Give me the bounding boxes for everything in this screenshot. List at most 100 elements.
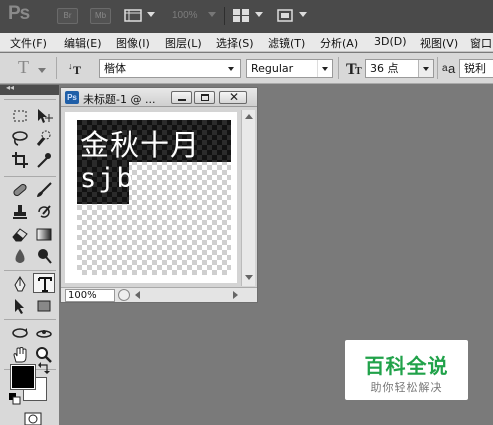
options-bar: T ↓ T 楷体 Regular T T 36 点 a a 锐利 bbox=[0, 53, 493, 84]
scroll-up-icon[interactable] bbox=[245, 114, 253, 119]
zoom-level-readout[interactable]: 100% bbox=[172, 10, 198, 21]
swap-colors-icon[interactable] bbox=[38, 362, 50, 374]
tools-panel: ◂◂ bbox=[0, 83, 60, 425]
chevron-down-icon bbox=[38, 68, 46, 73]
close-button[interactable]: ✕ bbox=[219, 90, 247, 104]
screen-mode-icon[interactable] bbox=[276, 8, 294, 23]
chevron-down-icon[interactable] bbox=[299, 12, 307, 17]
tool-divider bbox=[4, 319, 56, 320]
bridge-button[interactable]: Br bbox=[57, 8, 78, 24]
hand-icon[interactable] bbox=[9, 345, 31, 365]
scroll-right-icon[interactable] bbox=[233, 291, 238, 299]
dodge-icon[interactable] bbox=[33, 246, 55, 266]
3d-rotate-icon[interactable] bbox=[9, 323, 31, 343]
menu-layer[interactable]: 图层(L) bbox=[165, 35, 202, 51]
antialias-icon-large-a: a bbox=[448, 61, 456, 76]
eraser-icon[interactable] bbox=[9, 224, 31, 244]
canvas-text-line-1[interactable]: 金秋十月 bbox=[80, 122, 200, 164]
view-extras-icon[interactable] bbox=[124, 8, 142, 23]
svg-text:T: T bbox=[73, 63, 81, 77]
shape-icon[interactable] bbox=[33, 296, 55, 316]
menu-analysis[interactable]: 分析(A) bbox=[320, 35, 358, 51]
antialias-icon-small-a: a bbox=[442, 63, 448, 74]
eyedropper-icon[interactable] bbox=[33, 150, 55, 170]
tool-preset-picker[interactable]: T bbox=[18, 57, 48, 78]
type-icon[interactable] bbox=[33, 273, 55, 293]
font-style-select[interactable]: Regular bbox=[246, 59, 333, 78]
menu-bar: 文件(F) 编辑(E) 图像(I) 图层(L) 选择(S) 滤镜(T) 分析(A… bbox=[0, 33, 493, 52]
chevron-down-icon[interactable] bbox=[255, 12, 263, 17]
quick-select-icon[interactable] bbox=[33, 128, 55, 148]
mini-bridge-button[interactable]: Mb bbox=[90, 8, 111, 24]
menu-image[interactable]: 图像(I) bbox=[116, 35, 150, 51]
document-title: 未标题-1 @ ... bbox=[83, 93, 156, 106]
watermark-badge: 百科全说 助你轻松解决 bbox=[345, 340, 468, 400]
tool-grip bbox=[4, 99, 56, 100]
photoshop-logo: Ps bbox=[8, 3, 30, 24]
chevron-down-icon bbox=[317, 60, 332, 77]
healing-brush-icon[interactable] bbox=[9, 180, 31, 200]
move-icon[interactable] bbox=[33, 106, 55, 126]
menu-select[interactable]: 选择(S) bbox=[216, 35, 254, 51]
pen-icon[interactable] bbox=[9, 274, 31, 294]
ps-document-icon: Ps bbox=[65, 91, 79, 104]
options-divider bbox=[338, 57, 339, 79]
quick-mask-icon[interactable] bbox=[24, 412, 42, 425]
foreground-color-swatch[interactable] bbox=[10, 364, 36, 390]
chevron-down-icon bbox=[208, 12, 216, 17]
transparent-canvas[interactable]: 金秋十月 sjb bbox=[77, 120, 231, 275]
application-bar: Ps Br Mb 100% bbox=[0, 0, 493, 33]
tools-panel-header[interactable]: ◂◂ bbox=[0, 83, 59, 95]
lasso-icon[interactable] bbox=[9, 128, 31, 148]
marquee-icon[interactable] bbox=[9, 106, 31, 126]
font-size-value: 36 点 bbox=[370, 62, 399, 75]
restore-button[interactable] bbox=[194, 91, 215, 104]
svg-text:↓: ↓ bbox=[68, 61, 73, 71]
scroll-left-icon[interactable] bbox=[135, 291, 140, 299]
menu-3d[interactable]: 3D(D) bbox=[374, 35, 407, 48]
collapse-arrows-icon[interactable]: ◂◂ bbox=[6, 83, 14, 92]
3d-orbit-icon[interactable] bbox=[33, 323, 55, 343]
blur-icon[interactable] bbox=[9, 246, 31, 266]
arrange-documents-icon[interactable] bbox=[232, 8, 250, 23]
font-family-select[interactable]: 楷体 bbox=[99, 59, 241, 78]
options-divider bbox=[56, 57, 57, 79]
status-bar: 100% bbox=[61, 287, 257, 302]
antialias-icon: a a bbox=[442, 61, 458, 77]
document-title-bar[interactable]: Ps 未标题-1 @ ... ✕ bbox=[61, 88, 257, 107]
minimize-button[interactable] bbox=[171, 91, 192, 104]
menu-filter[interactable]: 滤镜(T) bbox=[268, 35, 305, 51]
antialias-select[interactable]: 锐利 bbox=[459, 59, 493, 78]
zoom-field[interactable]: 100% bbox=[65, 289, 115, 302]
document-window[interactable]: Ps 未标题-1 @ ... ✕ 金秋十月 sjb 100% bbox=[60, 87, 258, 303]
menu-file[interactable]: 文件(F) bbox=[10, 35, 47, 51]
stamp-icon[interactable] bbox=[9, 202, 31, 222]
canvas-text-line-2[interactable]: sjb bbox=[80, 163, 135, 194]
vertical-scrollbar[interactable] bbox=[241, 110, 255, 286]
minimize-icon bbox=[178, 99, 186, 101]
watermark-subtitle: 助你轻松解决 bbox=[370, 381, 443, 394]
status-info-icon[interactable] bbox=[118, 289, 130, 301]
font-style-value: Regular bbox=[251, 62, 294, 75]
options-divider bbox=[437, 57, 438, 79]
svg-text:T: T bbox=[355, 66, 362, 77]
crop-icon[interactable] bbox=[9, 150, 31, 170]
gradient-icon[interactable] bbox=[33, 224, 55, 244]
zoom-value: 100% bbox=[68, 290, 97, 301]
menu-view[interactable]: 视图(V) bbox=[420, 35, 458, 51]
history-brush-icon[interactable] bbox=[33, 202, 55, 222]
canvas-area[interactable]: 金秋十月 sjb bbox=[65, 112, 237, 283]
text-orientation-icon[interactable]: ↓ T bbox=[67, 60, 85, 78]
chevron-down-icon[interactable] bbox=[147, 12, 155, 17]
restore-icon bbox=[201, 94, 209, 101]
default-colors-icon[interactable] bbox=[9, 393, 21, 405]
scroll-down-icon[interactable] bbox=[245, 275, 253, 280]
path-select-icon[interactable] bbox=[9, 296, 31, 316]
menu-window[interactable]: 窗口 bbox=[470, 35, 492, 51]
brush-icon[interactable] bbox=[33, 180, 55, 200]
tool-divider bbox=[4, 270, 56, 271]
antialias-value: 锐利 bbox=[464, 62, 486, 75]
font-family-value: 楷体 bbox=[104, 62, 126, 75]
menu-edit[interactable]: 编辑(E) bbox=[64, 35, 102, 51]
font-size-input[interactable]: 36 点 bbox=[365, 59, 434, 78]
